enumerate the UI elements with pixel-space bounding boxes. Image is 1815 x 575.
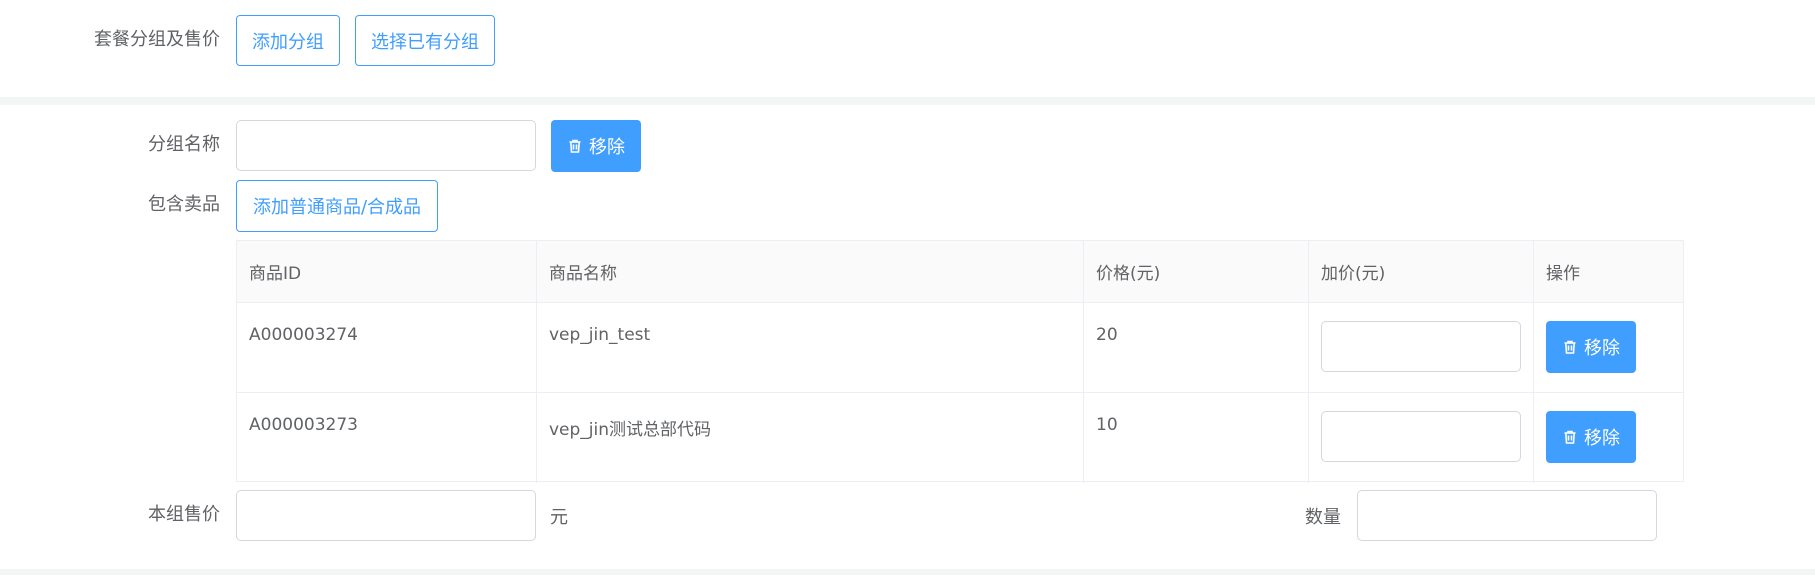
section-divider — [0, 97, 1815, 105]
add-item-button[interactable]: 添加普通商品/合成品 — [236, 180, 438, 232]
row-price: 10 — [1096, 415, 1118, 435]
select-existing-group-button[interactable]: 选择已有分组 — [355, 15, 495, 66]
included-items-label: 包含卖品 — [148, 194, 220, 215]
package-group-label: 套餐分组及售价 — [94, 29, 220, 50]
row-markup-input[interactable] — [1321, 321, 1521, 372]
table-row: A000003273 vep_jin测试总部代码 10 移除 — [237, 393, 1683, 483]
row-remove-button[interactable]: 移除 — [1546, 321, 1636, 373]
table-header: 商品ID 商品名称 价格(元) 加价(元) 操作 — [237, 241, 1683, 303]
items-table: 商品ID 商品名称 价格(元) 加价(元) 操作 A000003274 vep_… — [236, 240, 1684, 483]
package-group-form: 套餐分组及售价 添加分组 选择已有分组 分组名称 移除 包含卖品 添加普通商品/… — [0, 0, 1815, 575]
row-markup-input[interactable] — [1321, 411, 1521, 462]
price-unit: 元 — [550, 507, 568, 528]
trash-icon — [569, 139, 581, 153]
remove-group-button[interactable]: 移除 — [551, 120, 641, 172]
trash-icon — [1564, 340, 1576, 354]
group-price-label: 本组售价 — [148, 504, 220, 525]
header-product-id: 商品ID — [237, 241, 537, 302]
quantity-label: 数量 — [1305, 507, 1341, 528]
add-group-button[interactable]: 添加分组 — [236, 15, 340, 66]
remove-label: 移除 — [1584, 428, 1620, 449]
header-price: 价格(元) — [1084, 241, 1309, 302]
row-product-name: vep_jin测试总部代码 — [549, 420, 712, 440]
table-row: A000003274 vep_jin_test 20 移除 — [237, 303, 1683, 393]
remove-label: 移除 — [1584, 338, 1620, 359]
row-price: 20 — [1096, 325, 1118, 345]
header-markup: 加价(元) — [1309, 241, 1534, 302]
quantity-input[interactable] — [1357, 490, 1657, 541]
header-action: 操作 — [1546, 264, 1580, 284]
trash-icon — [1564, 430, 1576, 444]
section-divider — [0, 569, 1815, 575]
group-name-input[interactable] — [236, 120, 536, 171]
group-name-label: 分组名称 — [148, 134, 220, 155]
header-product-name: 商品名称 — [537, 241, 1084, 302]
row-product-id: A000003274 — [249, 325, 358, 345]
row-product-name: vep_jin_test — [549, 325, 651, 345]
row-product-id: A000003273 — [249, 415, 358, 435]
group-price-input[interactable] — [236, 490, 536, 541]
remove-label: 移除 — [589, 137, 625, 158]
row-remove-button[interactable]: 移除 — [1546, 411, 1636, 463]
